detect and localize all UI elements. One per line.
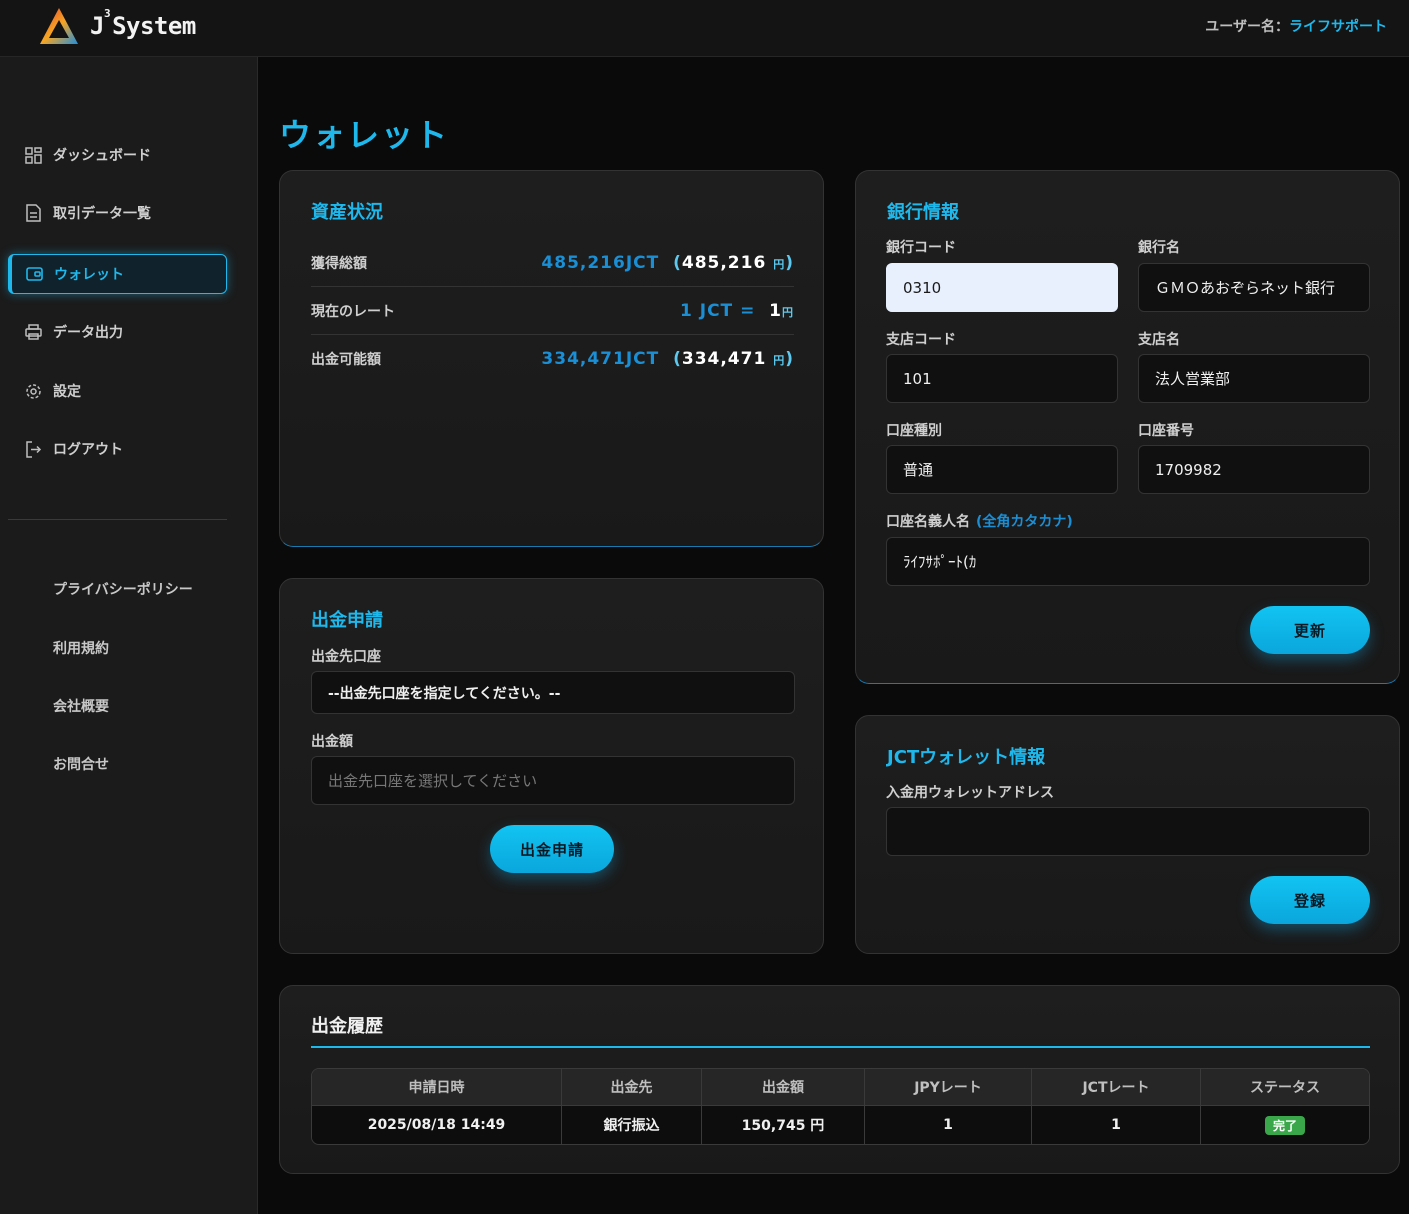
wallet-address-input[interactable] xyxy=(886,807,1370,856)
asset-row-rate: 現在のレート 1 JCT = 1円 xyxy=(311,287,794,335)
logo-text: J3System xyxy=(90,7,196,40)
wallet-address-label: 入金用ウォレットアドレス xyxy=(886,785,1054,801)
withdraw-title: 出金申請 xyxy=(311,610,383,631)
cell-status: 完了 xyxy=(1201,1106,1369,1144)
user-label: ユーザー名： xyxy=(1205,19,1289,35)
account-type-label: 口座種別 xyxy=(886,423,942,439)
col-header-jct-rate[interactable]: JCTレート xyxy=(1032,1069,1201,1105)
sidebar-item-label: 取引データ一覧 xyxy=(53,206,151,222)
col-header-amount[interactable]: 出金額 xyxy=(702,1069,865,1105)
wallet-register-button[interactable]: 登録 xyxy=(1250,876,1370,924)
branch-code-label: 支店コード xyxy=(886,332,956,348)
sidebar-item-label: 設定 xyxy=(53,384,81,400)
bank-info-card: 銀行情報 銀行コード 0310 銀行名 ＧＭＯあおぞらネット銀行 支店コード 1… xyxy=(855,170,1400,684)
withdrawable-label: 出金可能額 xyxy=(311,352,381,368)
current-rate-label: 現在のレート xyxy=(311,303,395,320)
withdraw-account-select[interactable]: --出金先口座を指定してください。-- xyxy=(311,671,795,714)
history-title-underline xyxy=(311,1046,1370,1048)
sidebar-divider xyxy=(8,519,227,520)
account-number-label: 口座番号 xyxy=(1138,423,1194,439)
withdraw-history-table: 申請日時 出金先 出金額 JPYレート JCTレート ステータス 2025/08… xyxy=(311,1068,1370,1145)
status-badge: 完了 xyxy=(1264,1115,1305,1135)
asset-status-card: 資産状況 獲得総額 485,216JCT (485,216 円) 現在のレート … xyxy=(279,170,824,547)
withdraw-amount-input[interactable]: 出金先口座を選択してください xyxy=(311,756,795,805)
branch-code-input[interactable]: 101 xyxy=(886,354,1118,403)
col-header-destination[interactable]: 出金先 xyxy=(562,1069,702,1105)
sidebar-item-transactions[interactable]: 取引データ一覧 xyxy=(8,193,227,233)
sidebar-item-logout[interactable]: ログアウト xyxy=(8,429,227,469)
logo[interactable]: J3System xyxy=(38,6,196,46)
cell-destination: 銀行振込 xyxy=(562,1106,702,1144)
col-header-date[interactable]: 申請日時 xyxy=(312,1069,562,1105)
table-row: 2025/08/18 14:49 銀行振込 150,745 円 1 1 完了 xyxy=(312,1105,1369,1144)
sidebar-item-label: ログアウト xyxy=(53,442,123,458)
jct-wallet-card: JCTウォレット情報 入金用ウォレットアドレス 登録 xyxy=(855,715,1400,954)
gear-icon xyxy=(24,382,42,400)
withdraw-amount-label: 出金額 xyxy=(311,734,353,750)
branch-name-input[interactable]: 法人営業部 xyxy=(1138,354,1370,403)
current-rate-value: 1 JCT = 1円 xyxy=(680,300,794,321)
account-number-input[interactable]: 1709982 xyxy=(1138,445,1370,494)
printer-icon xyxy=(24,323,42,341)
withdraw-submit-button[interactable]: 出金申請 xyxy=(490,825,614,873)
company-link[interactable]: 会社概要 xyxy=(53,696,109,716)
asset-row-total: 獲得総額 485,216JCT (485,216 円) xyxy=(311,239,794,287)
account-type-select[interactable]: 普通 xyxy=(886,445,1118,494)
sidebar-item-label: ウォレット xyxy=(54,267,124,283)
document-icon xyxy=(24,204,42,222)
withdraw-account-label: 出金先口座 xyxy=(311,649,381,665)
dashboard-icon xyxy=(24,146,42,164)
cell-date: 2025/08/18 14:49 xyxy=(312,1106,562,1144)
sidebar-item-data-export[interactable]: データ出力 xyxy=(8,312,227,352)
bank-code-input[interactable]: 0310 xyxy=(886,263,1118,312)
logout-icon xyxy=(24,440,42,458)
wallet-icon xyxy=(25,265,43,283)
sidebar-item-wallet[interactable]: ウォレット xyxy=(8,254,227,294)
user-name: ライフサポート xyxy=(1289,19,1387,35)
branch-name-label: 支店名 xyxy=(1138,332,1180,348)
sidebar-item-dashboard[interactable]: ダッシュボード xyxy=(8,135,227,175)
bank-code-label: 銀行コード xyxy=(886,240,956,256)
privacy-policy-link[interactable]: プライバシーポリシー xyxy=(53,579,193,599)
bank-info-title: 銀行情報 xyxy=(887,202,959,223)
cell-jct-rate: 1 xyxy=(1032,1106,1201,1144)
withdrawable-value: 334,471JCT (334,471 円) xyxy=(541,349,794,369)
sidebar-item-label: データ出力 xyxy=(53,325,123,341)
page-title: ウォレット xyxy=(279,116,450,154)
asset-row-withdrawable: 出金可能額 334,471JCT (334,471 円) xyxy=(311,335,794,383)
account-holder-hint: (全角カタカナ) xyxy=(976,514,1073,530)
account-holder-label: 口座名義人名 (全角カタカナ) xyxy=(886,514,1073,530)
sidebar: ダッシュボード 取引データ一覧 ウォレット データ出力 設定 ログアウト プライ… xyxy=(0,57,258,1214)
user-info: ユーザー名：ライフサポート xyxy=(1205,16,1387,36)
contact-link[interactable]: お問合せ xyxy=(53,754,109,774)
bank-update-button[interactable]: 更新 xyxy=(1250,606,1370,654)
top-header: J3System ユーザー名：ライフサポート xyxy=(0,0,1409,57)
cell-jpy-rate: 1 xyxy=(865,1106,1032,1144)
withdraw-history-title: 出金履歴 xyxy=(311,1016,383,1037)
bank-name-label: 銀行名 xyxy=(1138,240,1180,256)
withdraw-history-card: 出金履歴 申請日時 出金先 出金額 JPYレート JCTレート ステータス 20… xyxy=(279,985,1400,1174)
sidebar-item-settings[interactable]: 設定 xyxy=(8,371,227,411)
col-header-jpy-rate[interactable]: JPYレート xyxy=(865,1069,1032,1105)
cell-amount: 150,745 円 xyxy=(702,1106,865,1144)
sidebar-item-label: ダッシュボード xyxy=(53,148,151,164)
account-holder-input[interactable]: ﾗｲﾌｻﾎﾟｰﾄ(ｶ xyxy=(886,537,1370,586)
jct-wallet-title: JCTウォレット情報 xyxy=(887,747,1046,768)
withdraw-request-card: 出金申請 出金先口座 --出金先口座を指定してください。-- 出金額 出金先口座… xyxy=(279,578,824,954)
asset-status-title: 資産状況 xyxy=(311,202,383,223)
table-header-row: 申請日時 出金先 出金額 JPYレート JCTレート ステータス xyxy=(312,1069,1369,1105)
total-earned-value: 485,216JCT (485,216 円) xyxy=(541,252,794,273)
col-header-status[interactable]: ステータス xyxy=(1201,1069,1369,1105)
logo-triangle-icon xyxy=(40,8,78,44)
total-earned-label: 獲得総額 xyxy=(311,255,367,272)
bank-name-input[interactable]: ＧＭＯあおぞらネット銀行 xyxy=(1138,263,1370,312)
terms-link[interactable]: 利用規約 xyxy=(53,638,109,658)
